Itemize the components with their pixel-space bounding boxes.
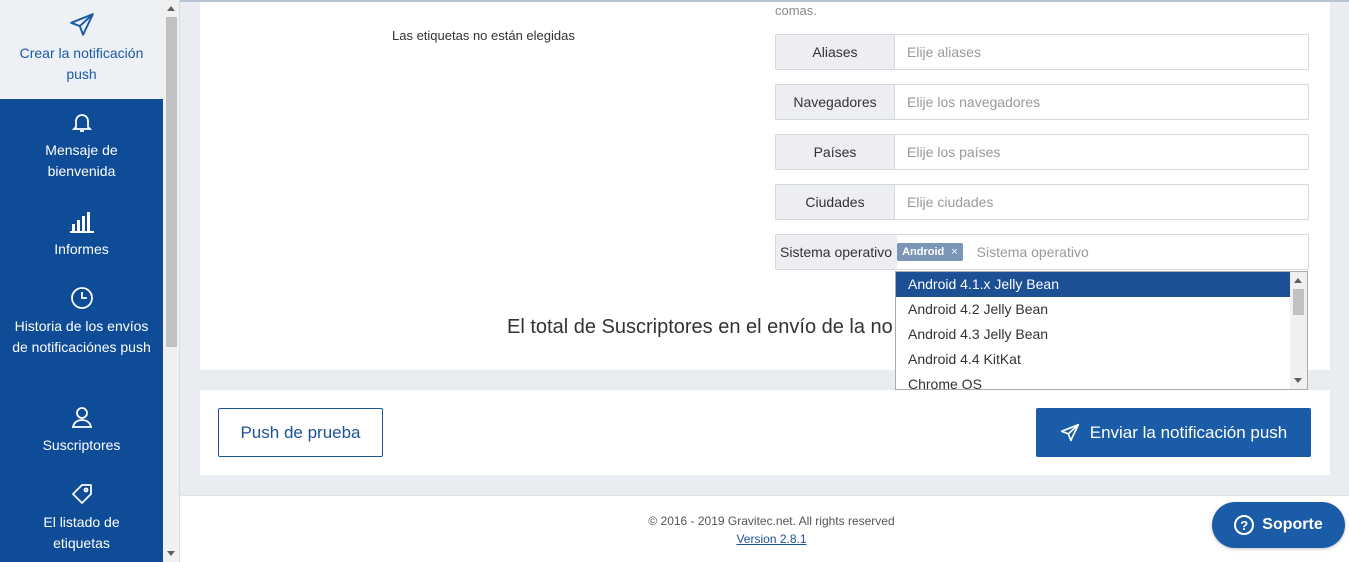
os-filter: Sistema operativo Android × Sistema oper… bbox=[775, 234, 1309, 270]
dropdown-option[interactable]: Android 4.4 KitKat bbox=[896, 347, 1291, 372]
bell-icon bbox=[71, 114, 92, 132]
os-label: Sistema operativo bbox=[776, 235, 898, 269]
sidebar-scrollbar[interactable] bbox=[163, 0, 180, 562]
paper-plane-icon bbox=[69, 13, 94, 36]
sidebar-item-label: Crear la notificación push bbox=[19, 45, 144, 82]
os-chip-android: Android × bbox=[897, 243, 963, 261]
dropdown-scrollbar[interactable] bbox=[1290, 272, 1307, 389]
sidebar-item-welcome-message[interactable]: Mensaje de bienvenida bbox=[0, 110, 163, 190]
sidebar-item-reports[interactable]: Informes bbox=[0, 211, 163, 271]
sidebar-item-label: Suscriptores bbox=[42, 437, 121, 453]
chip-remove-icon[interactable]: × bbox=[951, 246, 957, 258]
countries-label: Países bbox=[776, 135, 895, 169]
sidebar-item-label: Mensaje de bienvenida bbox=[45, 142, 118, 179]
copyright-text: © 2016 - 2019 Gravitec.net. All rights r… bbox=[648, 514, 895, 528]
dropdown-scroll-thumb[interactable] bbox=[1293, 289, 1304, 315]
footer: © 2016 - 2019 Gravitec.net. All rights r… bbox=[180, 495, 1349, 562]
dropdown-option[interactable]: Android 4.3 Jelly Bean bbox=[896, 322, 1291, 347]
os-input[interactable]: Android × Sistema operativo bbox=[897, 235, 1308, 269]
scroll-down-arrow-icon[interactable] bbox=[167, 551, 175, 556]
test-push-button[interactable]: Push de prueba bbox=[218, 408, 383, 457]
support-button[interactable]: ? Soporte bbox=[1212, 502, 1345, 548]
tag-icon bbox=[71, 484, 92, 504]
sidebar-item-label: El listado de etiquetas bbox=[43, 514, 120, 551]
user-icon bbox=[71, 407, 92, 428]
browsers-label: Navegadores bbox=[776, 85, 895, 119]
paper-plane-icon bbox=[1060, 423, 1079, 441]
sidebar-item-label: Historia de los envíos de notificaciónes… bbox=[12, 318, 151, 355]
sidebar-item-history[interactable]: Historia de los envíos de notificaciónes… bbox=[0, 286, 163, 386]
countries-filter: Países Elije los países bbox=[775, 134, 1309, 170]
aliases-filter: Aliases Elije aliases bbox=[775, 34, 1309, 70]
os-chip-label: Android bbox=[902, 246, 945, 258]
cities-filter: Ciudades Elije ciudades bbox=[775, 184, 1309, 220]
sidebar-item-label: Informes bbox=[54, 241, 109, 257]
sidebar: Crear la notificación push Mensaje de bi… bbox=[0, 0, 163, 562]
top-divider bbox=[180, 0, 1349, 2]
dropdown-option[interactable]: Chrome OS bbox=[896, 372, 1291, 389]
scroll-up-arrow-icon[interactable] bbox=[1294, 278, 1302, 283]
send-push-button[interactable]: Enviar la notificación push bbox=[1036, 408, 1311, 457]
os-dropdown: Android 4.1.x Jelly Bean Android 4.2 Jel… bbox=[895, 271, 1308, 390]
total-subscribers-heading: El total de Suscriptores en el envío de … bbox=[507, 316, 893, 338]
version-link[interactable]: Version 2.8.1 bbox=[180, 532, 1349, 546]
send-push-label: Enviar la notificación push bbox=[1089, 422, 1288, 442]
dropdown-option[interactable]: Android 4.1.x Jelly Bean bbox=[896, 272, 1291, 297]
sidebar-item-create-push[interactable]: Crear la notificación push bbox=[0, 0, 163, 99]
countries-input[interactable]: Elije los países bbox=[895, 135, 1308, 169]
aliases-input[interactable]: Elije aliases bbox=[895, 35, 1308, 69]
browsers-filter: Navegadores Elije los navegadores bbox=[775, 84, 1309, 120]
scroll-up-arrow-icon[interactable] bbox=[167, 6, 175, 11]
cities-input[interactable]: Elije ciudades bbox=[895, 185, 1308, 219]
dropdown-option[interactable]: Android 4.2 Jelly Bean bbox=[896, 297, 1291, 322]
clock-icon bbox=[70, 287, 93, 309]
cities-label: Ciudades bbox=[776, 185, 895, 219]
helper-text: comas. bbox=[775, 3, 817, 18]
aliases-label: Aliases bbox=[776, 35, 895, 69]
tags-empty-message: Las etiquetas no están elegidas bbox=[392, 28, 575, 43]
sidebar-item-tags[interactable]: El listado de etiquetas bbox=[0, 482, 163, 562]
browsers-input[interactable]: Elije los navegadores bbox=[895, 85, 1308, 119]
question-icon: ? bbox=[1234, 515, 1255, 535]
bar-chart-icon bbox=[69, 212, 94, 233]
support-label: Soporte bbox=[1262, 516, 1323, 533]
os-search-input[interactable]: Sistema operativo bbox=[977, 244, 1089, 260]
sidebar-item-subscribers[interactable]: Suscriptores bbox=[0, 405, 163, 465]
scroll-down-arrow-icon[interactable] bbox=[1294, 378, 1302, 383]
scroll-thumb[interactable] bbox=[166, 17, 177, 347]
